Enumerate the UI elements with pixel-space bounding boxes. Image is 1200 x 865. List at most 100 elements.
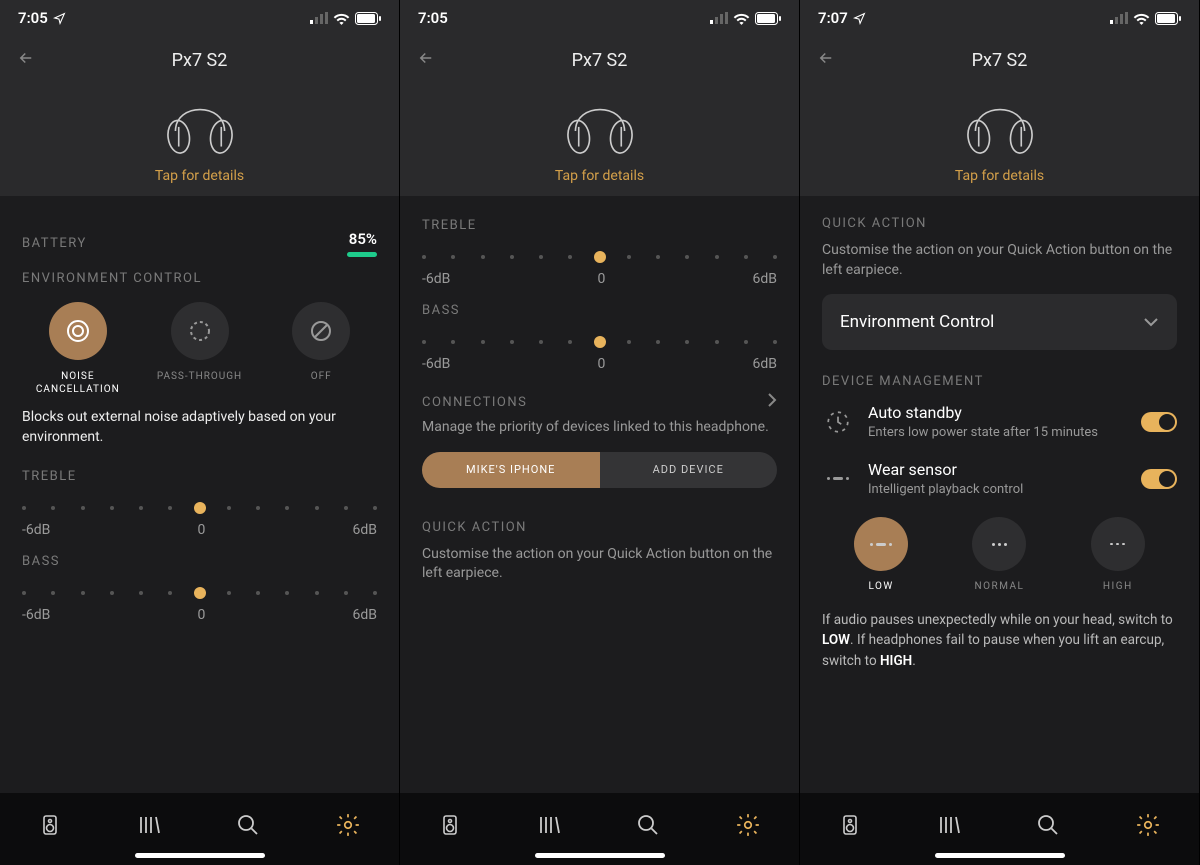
slider-thumb[interactable] [194, 587, 206, 599]
wear-sensor-row: Wear sensor Intelligent playback control [822, 460, 1177, 497]
connections-row[interactable]: CONNECTIONS [422, 392, 777, 412]
connections-label: CONNECTIONS [422, 395, 527, 410]
wifi-icon [1133, 12, 1150, 25]
screen-2: 7:05 Px7 S2 Tap for details TREBLE -6dB0… [400, 0, 800, 865]
slider-thumb[interactable] [594, 251, 606, 263]
status-time: 7:05 [18, 9, 48, 27]
main-content: BATTERY 85% ENVIRONMENT CONTROL NOISE CA… [0, 196, 399, 793]
tab-speaker[interactable] [38, 813, 62, 841]
treble-label: TREBLE [422, 218, 777, 233]
battery-label: BATTERY [22, 236, 87, 251]
noise-cancellation-icon [49, 302, 107, 360]
status-bar: 7:07 [800, 0, 1199, 36]
app-header: Px7 S2 Tap for details [0, 36, 399, 196]
env-control-label: ENVIRONMENT CONTROL [22, 271, 377, 286]
env-pass-through[interactable]: PASS-THROUGH [144, 302, 256, 396]
tab-search[interactable] [236, 813, 260, 841]
back-button[interactable] [816, 49, 846, 71]
location-icon [53, 12, 66, 25]
main-content: TREBLE -6dB06dB BASS -6dB06dB CONNECTION… [400, 196, 799, 793]
tab-settings[interactable] [335, 812, 361, 842]
high-icon [1091, 517, 1145, 571]
bass-slider[interactable] [422, 332, 777, 352]
bass-label: BASS [422, 303, 777, 318]
app-header: Px7 S2 Tap for details [800, 36, 1199, 196]
treble-label: TREBLE [22, 469, 377, 484]
tap-for-details[interactable]: Tap for details [416, 168, 783, 184]
tab-speaker[interactable] [438, 813, 462, 841]
quick-action-desc: Customise the action on your Quick Actio… [422, 545, 777, 584]
tab-library[interactable] [137, 813, 161, 841]
low-icon [854, 517, 908, 571]
headphone-illustration[interactable] [16, 86, 383, 162]
tap-for-details[interactable]: Tap for details [16, 168, 383, 184]
headphone-illustration[interactable] [416, 86, 783, 162]
battery-percentage: 85% [347, 230, 377, 248]
passthrough-icon [171, 302, 229, 360]
slider-thumb[interactable] [194, 502, 206, 514]
standby-icon [822, 406, 854, 438]
treble-slider[interactable] [22, 498, 377, 518]
page-title: Px7 S2 [446, 50, 753, 71]
bass-label: BASS [22, 554, 377, 569]
tab-search[interactable] [636, 813, 660, 841]
screen-1: 7:05 Px7 S2 Tap for details [0, 0, 400, 865]
status-time: 7:05 [418, 9, 448, 27]
sensitivity-note: If audio pauses unexpectedly while on yo… [822, 610, 1177, 671]
signal-icon [310, 12, 328, 24]
add-device-pill[interactable]: ADD DEVICE [600, 452, 778, 488]
bass-slider[interactable] [22, 583, 377, 603]
back-button[interactable] [416, 49, 446, 71]
tab-speaker[interactable] [838, 813, 862, 841]
normal-icon [972, 517, 1026, 571]
auto-standby-row: Auto standby Enters low power state afte… [822, 403, 1177, 440]
chevron-down-icon [1143, 317, 1159, 327]
treble-slider[interactable] [422, 247, 777, 267]
home-indicator[interactable] [135, 853, 265, 858]
sensitivity-low[interactable]: LOW [854, 517, 908, 592]
tab-library[interactable] [537, 813, 561, 841]
location-icon [853, 12, 866, 25]
status-bar: 7:05 [0, 0, 399, 36]
connections-desc: Manage the priority of devices linked to… [422, 418, 777, 438]
battery-bar [347, 252, 377, 257]
quick-action-select[interactable]: Environment Control [822, 294, 1177, 350]
wifi-icon [733, 12, 750, 25]
page-title: Px7 S2 [846, 50, 1153, 71]
battery-icon [1155, 12, 1181, 25]
device-pills: MIKE'S IPHONE ADD DEVICE [422, 452, 777, 488]
env-noise-cancellation[interactable]: NOISE CANCELLATION [22, 302, 134, 396]
quick-action-desc: Customise the action on your Quick Actio… [822, 241, 1177, 280]
status-bar: 7:05 [400, 0, 799, 36]
main-content: QUICK ACTION Customise the action on you… [800, 196, 1199, 793]
env-off[interactable]: OFF [265, 302, 377, 396]
wifi-icon [333, 12, 350, 25]
back-button[interactable] [16, 49, 46, 71]
tab-search[interactable] [1036, 813, 1060, 841]
tab-settings[interactable] [735, 812, 761, 842]
app-header: Px7 S2 Tap for details [400, 36, 799, 196]
battery-icon [755, 12, 781, 25]
wear-sensor-icon [822, 463, 854, 495]
tab-library[interactable] [937, 813, 961, 841]
tap-for-details[interactable]: Tap for details [816, 168, 1183, 184]
screen-3: 7:07 Px7 S2 Tap for details QUICK ACTION… [800, 0, 1200, 865]
home-indicator[interactable] [535, 853, 665, 858]
env-description: Blocks out external noise adaptively bas… [22, 408, 377, 447]
chevron-right-icon [767, 392, 777, 412]
wear-sensor-toggle[interactable] [1141, 469, 1177, 489]
page-title: Px7 S2 [46, 50, 353, 71]
quick-action-label: QUICK ACTION [422, 520, 777, 535]
headphone-illustration[interactable] [816, 86, 1183, 162]
auto-standby-toggle[interactable] [1141, 412, 1177, 432]
sensitivity-high[interactable]: HIGH [1091, 517, 1145, 592]
battery-icon [355, 12, 381, 25]
device-management-label: DEVICE MANAGEMENT [822, 374, 1177, 389]
off-icon [292, 302, 350, 360]
sensitivity-normal[interactable]: NORMAL [972, 517, 1026, 592]
status-time: 7:07 [818, 9, 848, 27]
tab-settings[interactable] [1135, 812, 1161, 842]
slider-thumb[interactable] [594, 336, 606, 348]
device-pill-active[interactable]: MIKE'S IPHONE [422, 452, 600, 488]
home-indicator[interactable] [935, 853, 1065, 858]
